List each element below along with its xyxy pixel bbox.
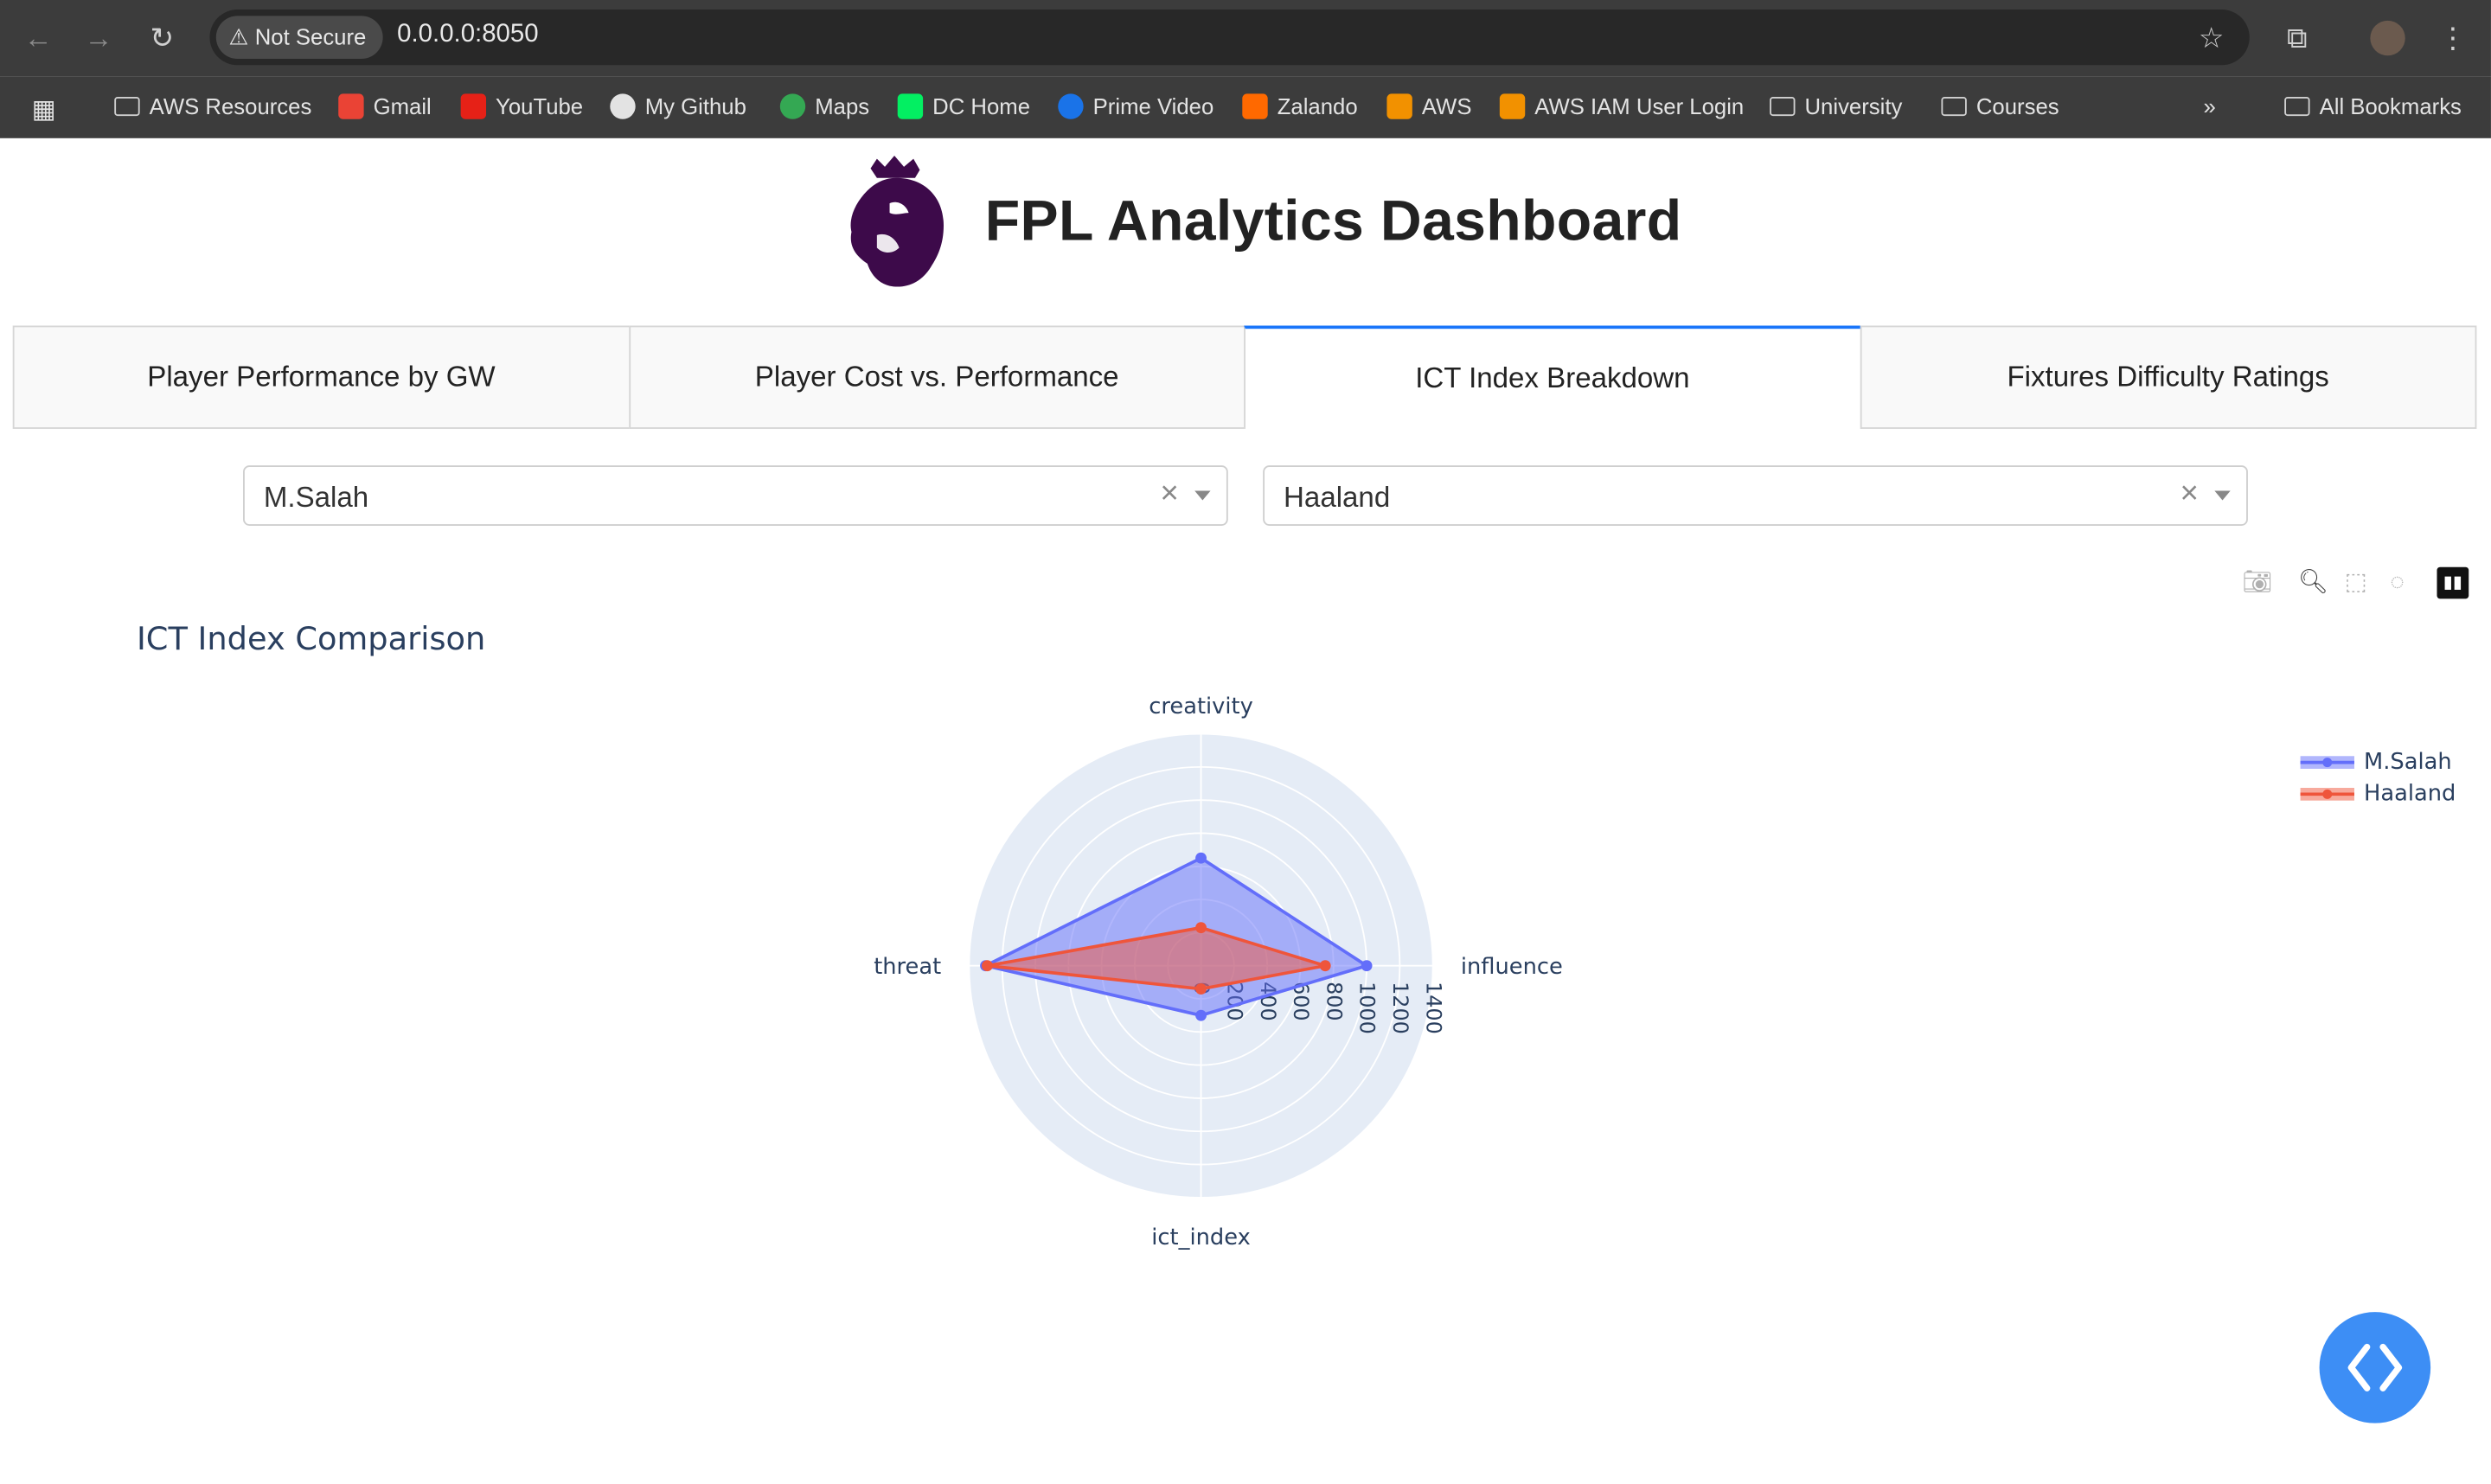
code-icon	[2347, 1343, 2403, 1391]
radial-tick-label: 800	[1322, 982, 1346, 1021]
data-point-haaland-creativity[interactable]	[1195, 922, 1207, 934]
radar-chart: 0200400600800100012001400influencecreati…	[874, 694, 1563, 1251]
radial-tick-label: 1400	[1421, 982, 1445, 1034]
legend-item-salah[interactable]: M.Salah	[2300, 746, 2456, 778]
axis-label-creativity: creativity	[1149, 694, 1253, 720]
legend-label-salah: M.Salah	[2364, 749, 2452, 776]
legend-swatch-haaland	[2300, 788, 2354, 801]
data-point-haaland-ict-index[interactable]	[1195, 983, 1207, 995]
data-point-haaland-threat[interactable]	[982, 960, 993, 972]
radial-tick-label: 1000	[1355, 982, 1380, 1034]
legend-label-haaland: Haaland	[2364, 781, 2456, 808]
axis-label-influence: influence	[1461, 954, 1563, 980]
legend-swatch-salah	[2300, 756, 2354, 769]
axis-label-threat: threat	[874, 954, 941, 980]
screen: ← → ↻ ⚠ Not Secure 0.0.0.0:8050 ☆ ⧉ ⋮ ▦ …	[0, 0, 2491, 1483]
axis-label-ict-index: ict_index	[1151, 1225, 1251, 1251]
legend-item-haaland[interactable]: Haaland	[2300, 778, 2456, 810]
data-point-msalah-creativity[interactable]	[1195, 852, 1207, 864]
data-point-haaland-influence[interactable]	[1319, 960, 1331, 972]
chart-legend: M.Salah Haaland	[2300, 746, 2456, 810]
data-point-msalah-influence[interactable]	[1361, 960, 1373, 972]
data-point-msalah-ict-index[interactable]	[1195, 1009, 1207, 1021]
radial-tick-label: 1200	[1388, 982, 1412, 1034]
dev-tools-code-button[interactable]	[2319, 1312, 2431, 1423]
